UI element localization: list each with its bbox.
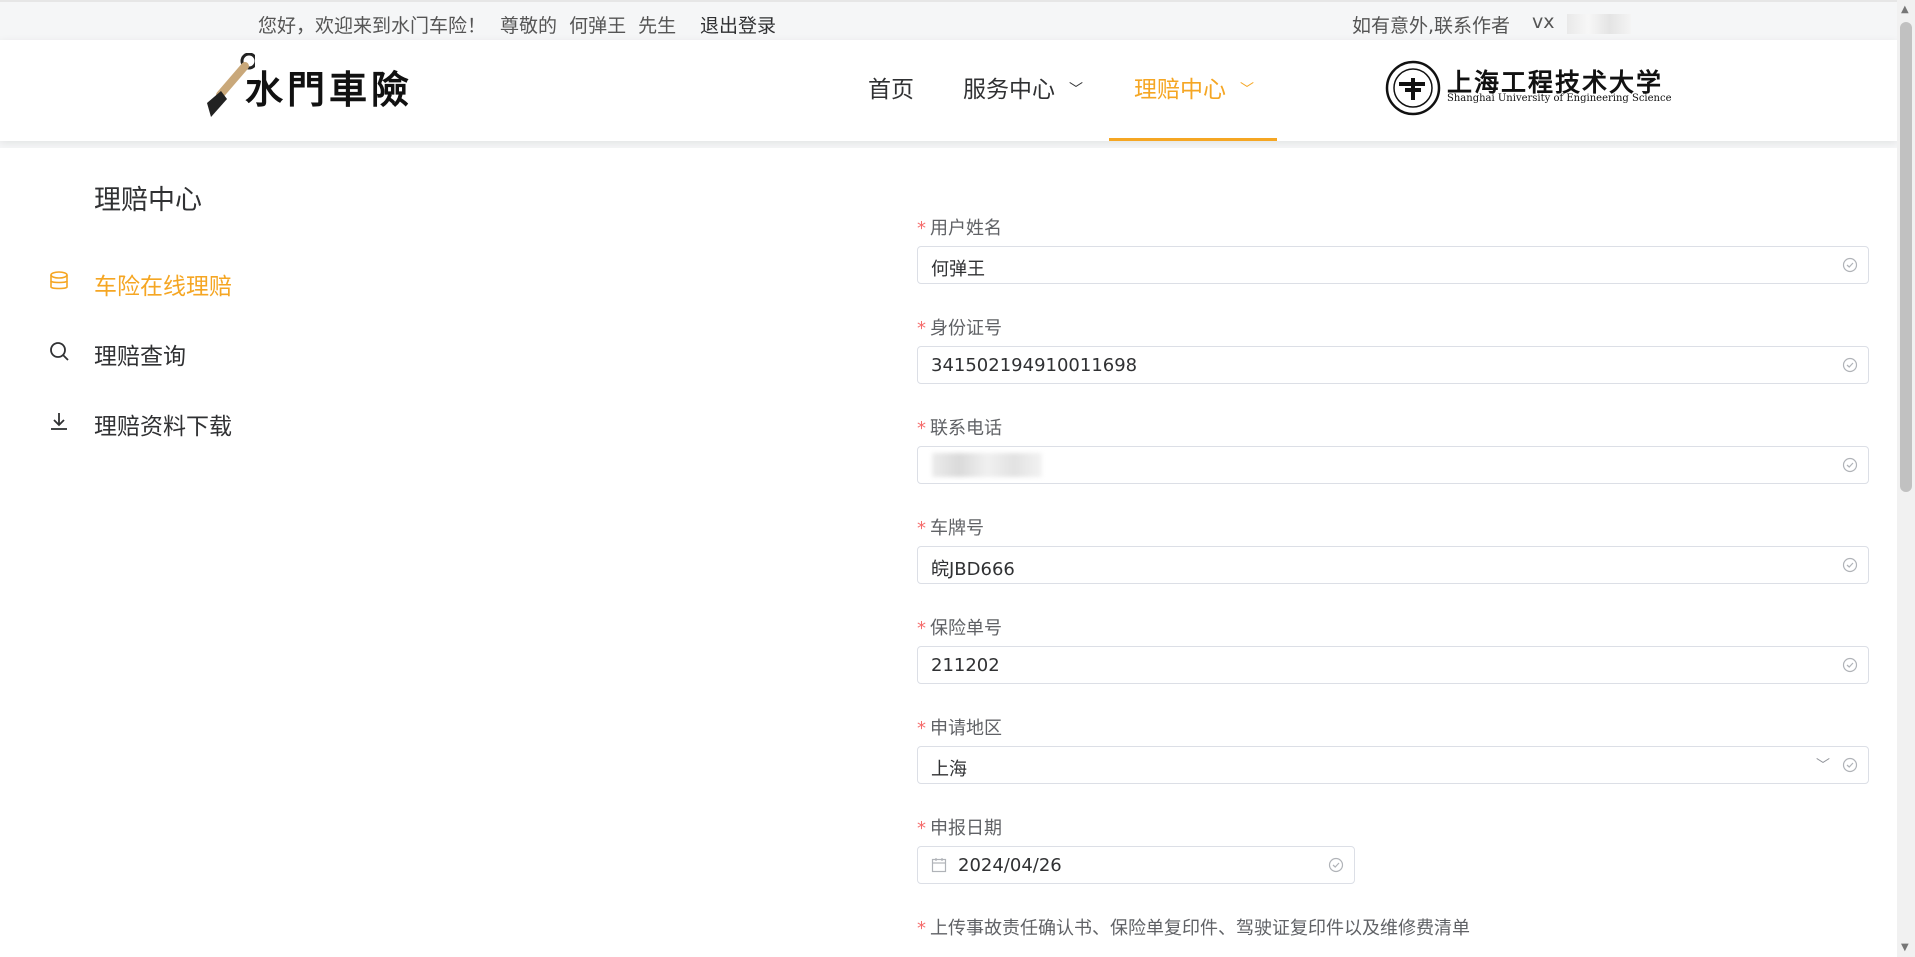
plate-input[interactable]: 皖JBD666 xyxy=(917,546,1869,584)
nav-service-center[interactable]: 服务中心 ﹀ xyxy=(963,40,1083,141)
check-circle-icon xyxy=(1842,557,1858,573)
search-icon xyxy=(50,342,69,361)
policy-value: 211202 xyxy=(931,655,1000,676)
sidebar-item-label: 理赔查询 xyxy=(94,344,186,370)
name-label: * 用户姓名 xyxy=(917,214,1002,240)
required-mark: * xyxy=(917,618,926,639)
logout-link[interactable]: 退出登录 xyxy=(700,11,776,38)
check-circle-icon xyxy=(1842,457,1858,473)
download-icon xyxy=(51,413,67,430)
chevron-down-icon: ﹀ xyxy=(1816,758,1830,774)
site-logo[interactable]: 水門車險 xyxy=(205,53,415,119)
id-number-input[interactable]: 341502194910011698 xyxy=(917,346,1869,384)
nav-claim-label: 理赔中心 xyxy=(1134,77,1226,103)
claim-form-area: * 用户姓名 何弹王 * 身份证号 341502194910011698 * 联系电话… xyxy=(299,148,1897,957)
calendar-icon xyxy=(931,858,947,873)
redacted-contact xyxy=(1567,14,1631,34)
nav-service-label: 服务中心 xyxy=(963,77,1055,103)
region-label-text: 申请地区 xyxy=(930,718,1002,739)
university-emblem-icon xyxy=(1385,60,1441,116)
vx-label: vx xyxy=(1532,11,1555,33)
required-mark: * xyxy=(917,718,926,739)
required-mark: * xyxy=(917,518,926,539)
upload-label: * 上传事故责任确认书、保险单复印件、驾驶证复印件以及维修费清单 xyxy=(917,914,1470,940)
redacted-phone xyxy=(932,453,1042,477)
plate-label: * 车牌号 xyxy=(917,514,984,540)
sidebar-title: 理赔中心 xyxy=(94,185,202,216)
phone-label: * 联系电话 xyxy=(917,414,1002,440)
required-mark: * xyxy=(917,218,926,239)
date-label: * 申报日期 xyxy=(917,814,1002,840)
page-scrollbar[interactable]: ▲ ▼ xyxy=(1897,0,1915,957)
database-icon xyxy=(50,271,68,290)
policy-label: * 保险单号 xyxy=(917,614,1002,640)
required-mark: * xyxy=(917,418,926,439)
university-logo: 上海工程技术大学 Shanghai University of Engineer… xyxy=(1385,60,1672,116)
sidebar-item-online-claim[interactable]: 车险在线理赔 xyxy=(0,254,299,310)
required-mark: * xyxy=(917,318,926,339)
policy-label-text: 保险单号 xyxy=(930,618,1002,639)
date-label-text: 申报日期 xyxy=(930,818,1002,839)
scrollbar-thumb[interactable] xyxy=(1900,22,1912,492)
policy-input[interactable]: 211202 xyxy=(917,646,1869,684)
check-circle-icon xyxy=(1842,257,1858,273)
date-value: 2024/04/26 xyxy=(958,855,1062,876)
region-select[interactable]: 上海 ﹀ xyxy=(917,746,1869,784)
phone-input[interactable] xyxy=(917,446,1869,484)
check-circle-icon xyxy=(1842,757,1858,773)
logo-text: 水門車險 xyxy=(245,67,414,112)
region-value: 上海 xyxy=(931,759,967,780)
sidebar-item-label: 理赔资料下载 xyxy=(94,414,232,440)
welcome-text: 您好，欢迎来到水门车险！ xyxy=(258,15,487,37)
phone-label-text: 联系电话 xyxy=(930,418,1002,439)
date-picker[interactable]: 2024/04/26 xyxy=(917,846,1355,884)
check-circle-icon xyxy=(1328,857,1344,873)
nav-home-label: 首页 xyxy=(868,77,914,103)
id-number-label-text: 身份证号 xyxy=(930,318,1002,339)
plate-label-text: 车牌号 xyxy=(930,518,984,539)
top-info-bar: 您好，欢迎来到水门车险！ 尊敬的 何弹王 先生 退出登录 如有意外,联系作者 v… xyxy=(0,0,1897,42)
scroll-up-icon[interactable]: ▲ xyxy=(1901,4,1909,15)
required-mark: * xyxy=(917,918,926,939)
plate-value: 皖JBD666 xyxy=(931,559,1015,580)
main-header: 水門車險 首页 服务中心 ﹀ 理赔中心 ﹀ 上海工程技术大学 Shanghai Un… xyxy=(0,40,1897,141)
name-label-text: 用户姓名 xyxy=(930,218,1002,239)
sidebar-item-claim-query[interactable]: 理赔查询 xyxy=(0,324,299,380)
check-circle-icon xyxy=(1842,357,1858,373)
nav-home[interactable]: 首页 xyxy=(868,40,914,141)
sidebar: 理赔中心 车险在线理赔 理赔查询 理赔资料下载 xyxy=(0,148,299,957)
chevron-down-icon: ﹀ xyxy=(1069,82,1083,98)
region-label: * 申请地区 xyxy=(917,714,1002,740)
name-input[interactable]: 何弹王 xyxy=(917,246,1869,284)
sidebar-item-download[interactable]: 理赔资料下载 xyxy=(0,394,299,450)
name-value: 何弹王 xyxy=(931,259,985,280)
upload-label-text: 上传事故责任确认书、保险单复印件、驾驶证复印件以及维修费清单 xyxy=(930,918,1470,939)
contact-text: 如有意外,联系作者 xyxy=(1352,15,1511,37)
sidebar-item-label: 车险在线理赔 xyxy=(94,274,232,300)
required-mark: * xyxy=(917,818,926,839)
nav-claim-center[interactable]: 理赔中心 ﹀ xyxy=(1109,40,1277,141)
scroll-down-icon[interactable]: ▼ xyxy=(1901,942,1909,953)
university-name-en: Shanghai University of Engineering Scien… xyxy=(1447,93,1672,104)
chevron-down-icon: ﹀ xyxy=(1240,82,1254,98)
user-greeting: 尊敬的 何弹王 先生 xyxy=(500,15,677,37)
id-number-value: 341502194910011698 xyxy=(931,355,1138,376)
id-number-label: * 身份证号 xyxy=(917,314,1002,340)
check-circle-icon xyxy=(1842,657,1858,673)
